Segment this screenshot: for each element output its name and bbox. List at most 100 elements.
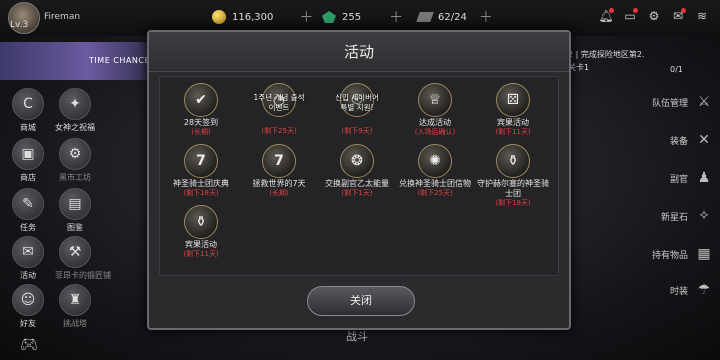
left-menu-item[interactable]: ✦ 女神之祝福: [55, 88, 95, 133]
left-menu-item[interactable]: ✉ 活动: [8, 236, 48, 281]
quest-progress: 0/1: [670, 65, 683, 74]
left-menu-icon: ⚙: [59, 138, 91, 170]
event-icon: ✔: [184, 83, 218, 117]
right-menu-label: 队伍管理: [651, 98, 688, 109]
event-item[interactable]: 7 拯救世界的7天 (长期): [240, 144, 318, 198]
left-menu-item[interactable]: ✎ 任务: [8, 188, 48, 233]
event-item[interactable]: ☉ 신입 세이버어 특별 지원! (剩下9天): [318, 83, 396, 136]
event-icon: ❂: [340, 144, 374, 178]
event-icon: ⚱: [184, 205, 218, 239]
left-menu-icon: ▤: [59, 188, 91, 220]
left-menu-icon: ✎: [12, 188, 44, 220]
left-menu-item[interactable]: ♜ 挑战塔: [55, 284, 95, 329]
event-item[interactable]: ❂ 交换副官乙太能量 (剩下1天): [318, 144, 396, 198]
player-name: Fireman: [44, 12, 81, 22]
right-menu-item[interactable]: 副官 ♟: [670, 170, 712, 186]
event-remaining: (剩下1天): [341, 189, 373, 197]
event-remaining: (入场后确认): [414, 128, 456, 136]
event-item[interactable]: ◔ 1주년 개념 출석 이벤트 (剩下25天): [240, 83, 318, 136]
event-item[interactable]: ✺ 兑换神圣骑士团信物 (剩下25天): [396, 144, 474, 198]
close-button[interactable]: 关闭: [307, 286, 415, 316]
quest-line-1: 2-2 | 完成探险地区第2.: [560, 50, 645, 59]
add-gems-button[interactable]: ＋: [389, 7, 403, 27]
events-grid: ✔ 28天签到 (长期) ◔ 1주년 개념 출석 이벤트 (剩下25天) ☉ 신입 세이버어 …: [159, 76, 559, 276]
event-remaining: (剩下18天): [495, 199, 531, 207]
event-icon: 7: [184, 144, 218, 178]
event-item[interactable]: ✔ 28天签到 (长期): [162, 83, 240, 137]
event-icon: 7: [262, 144, 296, 178]
event-icon: ✺: [418, 144, 452, 178]
event-banner[interactable]: TIME CHANCE: [0, 42, 160, 80]
left-menu-item[interactable]: ⚒ 菲昂卡的锻匠铺: [55, 236, 111, 281]
right-menu-item[interactable]: 装备 ✕: [670, 132, 712, 148]
left-menu-item[interactable]: ⚙ 黑市工坊: [55, 138, 95, 183]
right-menu-label: 副官: [669, 174, 688, 185]
event-name: 宾果活动: [185, 240, 217, 249]
event-remaining: (长期): [269, 189, 289, 197]
events-modal: 活动 ✔ 28天签到 (长期) ◔ 1주년 개념 출석 이벤트 (剩下25天) ☉ 신입 세이…: [147, 30, 571, 330]
wifi-icon: ≋: [696, 9, 708, 23]
event-remaining: (剩下18天): [183, 189, 219, 197]
gamepad-icon[interactable]: 🎮︎: [20, 337, 38, 353]
left-menu-item[interactable]: C 商城: [8, 88, 48, 133]
modal-title: 活动: [149, 32, 569, 72]
gem-amount: 255: [342, 11, 362, 23]
chat-icon[interactable]: ▭: [622, 8, 638, 24]
player-level: Lv.3: [10, 20, 29, 30]
left-menu-label: 商店: [20, 173, 36, 182]
gem-resource: 255 ＋: [322, 8, 403, 26]
event-name: 守护赫尔塞的神圣骑士团: [477, 179, 549, 198]
right-menu-item[interactable]: 时装 ☂: [670, 282, 712, 298]
energy-amount: 62/24: [438, 11, 467, 23]
right-menu-icon: ⚔: [697, 94, 711, 110]
event-item[interactable]: 7 神圣骑士团庆典 (剩下18天): [162, 144, 240, 198]
event-item[interactable]: ♕ 达成活动 (入场后确认): [396, 83, 474, 137]
left-menu-item[interactable]: ☺ 好友: [8, 284, 48, 329]
left-menu-item[interactable]: ▣ 商店: [8, 138, 48, 183]
left-menu-icon: ☺: [12, 284, 44, 316]
left-menu-icon: C: [12, 88, 44, 120]
right-menu-item[interactable]: 队伍管理 ⚔: [652, 94, 712, 110]
left-menu-label: 好友: [20, 319, 36, 328]
left-menu-label: 菲昂卡的锻匠铺: [55, 271, 111, 280]
left-menu-icon: ♜: [59, 284, 91, 316]
left-menu-icon: ⚒: [59, 236, 91, 268]
right-menu-icon: ♟: [697, 170, 711, 186]
left-menu-item[interactable]: ▤ 图鉴: [55, 188, 95, 233]
event-overlay-text: 1주년 개념 출석 이벤트: [253, 93, 305, 112]
bell-icon[interactable]: 🔔︎: [598, 8, 614, 24]
event-remaining: (剩下9天): [341, 127, 373, 135]
event-item[interactable]: ⚄ 宾果活动 (剩下11天): [474, 83, 552, 137]
event-remaining: (长期): [191, 128, 211, 136]
right-menu-icon: ✧: [698, 208, 710, 224]
right-menu-icon: ▦: [697, 246, 711, 262]
event-name: 神圣骑士团庆典: [173, 179, 229, 188]
left-menu-icon: ▣: [12, 138, 44, 170]
right-menu-item[interactable]: 持有物品 ▦: [652, 246, 712, 262]
gold-coin-icon: [212, 10, 226, 24]
event-item[interactable]: ⚱ 守护赫尔塞的神圣骑士团 (剩下18天): [474, 144, 552, 208]
mail-icon[interactable]: ✉: [670, 8, 686, 24]
gold-amount: 116,300: [232, 11, 274, 23]
event-name: 宾果活动: [497, 118, 529, 127]
event-item[interactable]: ⚱ 宾果活动 (剩下11天): [162, 205, 240, 259]
banner-text: TIME CHANCE: [89, 56, 150, 65]
left-menu-label: 任务: [20, 223, 36, 232]
event-overlay-text: 신입 세이버어 특별 지원!: [335, 93, 379, 112]
event-icon: ⚱: [496, 144, 530, 178]
add-energy-button[interactable]: ＋: [479, 7, 493, 27]
event-remaining: (剩下25天): [261, 127, 297, 135]
event-remaining: (剩下25天): [417, 189, 453, 197]
event-name: 达成活动: [419, 118, 451, 127]
left-menu-label: 活动: [20, 271, 36, 280]
event-name: 28天签到: [183, 118, 219, 127]
event-remaining: (剩下11天): [183, 250, 219, 258]
left-menu-icon: ✦: [59, 88, 91, 120]
right-menu-item[interactable]: 新星石 ✧: [661, 208, 712, 224]
add-gold-button[interactable]: ＋: [299, 7, 313, 27]
event-icon: ⚄: [496, 83, 530, 117]
battle-label[interactable]: 战斗: [346, 328, 368, 344]
gear-icon[interactable]: ⚙: [646, 8, 662, 24]
